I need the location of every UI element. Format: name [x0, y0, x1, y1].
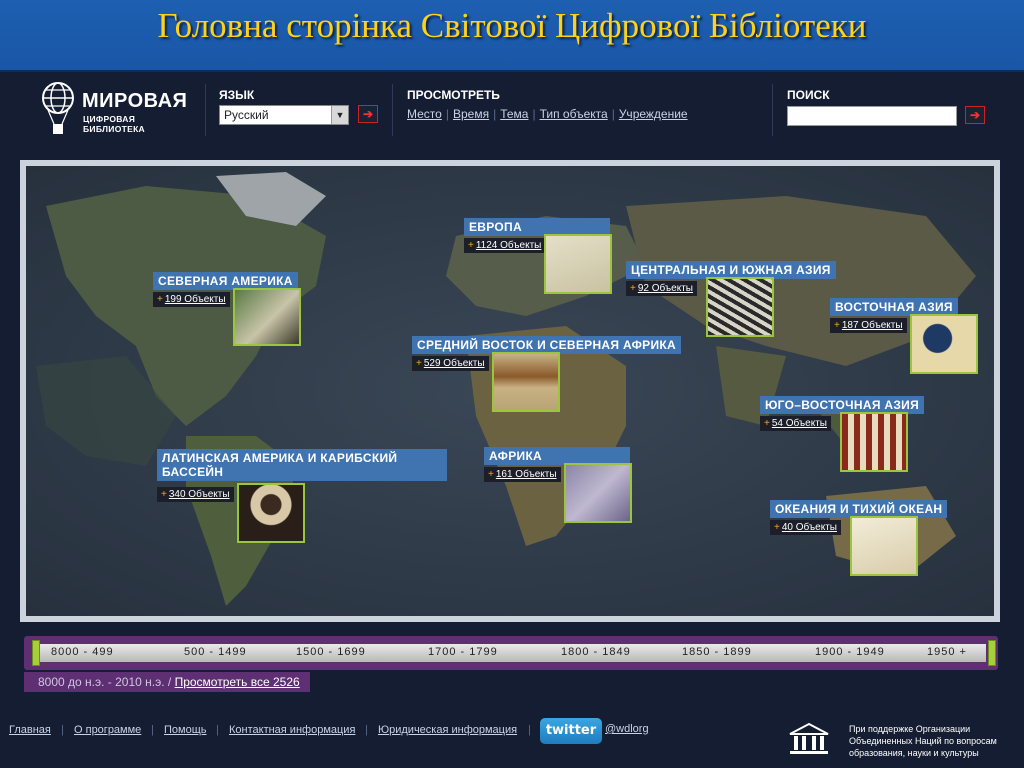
header-divider	[772, 84, 773, 136]
timeline-handle-start[interactable]	[32, 640, 40, 666]
timeline-range-bar: 8000 до н.э. - 2010 н.э. / Просмотреть в…	[24, 672, 310, 692]
region-africa[interactable]: АФРИКА +161 Объекты	[484, 447, 632, 523]
slide-title: Головна сторінка Світової Цифрової Біблі…	[157, 6, 867, 45]
region-middle-east-north-africa[interactable]: СРЕДНИЙ ВОСТОК И СЕВЕРНАЯ АФРИКА +529 Об…	[412, 336, 681, 412]
browse-links: Место | Время | Тема | Тип объекта | Учреждение	[407, 107, 688, 121]
globe-balloon-icon	[42, 82, 74, 134]
timeline-period[interactable]: 1700 - 1799	[428, 646, 498, 658]
region-count[interactable]: +199 Объекты	[153, 292, 230, 307]
region-title[interactable]: ЛАТИНСКАЯ АМЕРИКА И КАРИБСКИЙ БАССЕЙН	[157, 449, 447, 481]
region-east-asia[interactable]: ВОСТОЧНАЯ АЗИЯ +187 Объекты	[830, 298, 978, 374]
timeline-period[interactable]: 1500 - 1699	[296, 646, 366, 658]
region-count[interactable]: +529 Объекты	[412, 356, 489, 371]
browse-label: ПРОСМОТРЕТЬ	[407, 88, 500, 102]
search-label: ПОИСК	[787, 88, 830, 102]
header-divider	[392, 84, 393, 136]
region-central-south-asia[interactable]: ЦЕНТРАЛЬНАЯ И ЮЖНАЯ АЗИЯ +92 Объекты	[626, 261, 836, 337]
region-southeast-asia[interactable]: ЮГО–ВОСТОЧНАЯ АЗИЯ +54 Объекты	[760, 396, 925, 472]
search-go-button[interactable]: ➔	[965, 106, 985, 124]
region-thumbnail[interactable]	[706, 277, 774, 337]
browse-link-type[interactable]: Тип объекта	[540, 107, 608, 121]
region-count[interactable]: +1124 Объекты	[464, 238, 546, 253]
region-europe[interactable]: ЕВРОПА +1124 Объекты	[464, 218, 612, 294]
timeline-period[interactable]: 1950 +	[927, 646, 967, 658]
site-header: МИРОВАЯ ЦИФРОВАЯ БИБЛИОТЕКА ЯЗЫК Русский…	[0, 72, 1024, 158]
region-thumbnail[interactable]	[492, 352, 560, 412]
region-count[interactable]: +161 Объекты	[484, 467, 561, 482]
region-count[interactable]: +187 Объекты	[830, 318, 907, 333]
chevron-down-icon[interactable]: ▼	[331, 106, 348, 124]
world-map-frame: СЕВЕРНАЯ АМЕРИКА +199 Объекты ЕВРОПА +11…	[20, 160, 1000, 622]
arrow-right-icon: ➔	[362, 107, 374, 121]
region-latin-america-caribbean[interactable]: ЛАТИНСКАЯ АМЕРИКА И КАРИБСКИЙ БАССЕЙН +34…	[157, 449, 447, 543]
footer-link-about[interactable]: О программе	[74, 724, 141, 736]
region-count[interactable]: +340 Объекты	[157, 487, 234, 502]
language-label: ЯЗЫК	[219, 88, 255, 102]
footer-link-help[interactable]: Помощь	[164, 724, 207, 736]
timeline-period[interactable]: 8000 - 499	[51, 646, 114, 658]
region-thumbnail[interactable]	[850, 516, 918, 576]
timeline-period[interactable]: 1800 - 1849	[561, 646, 631, 658]
twitter-handle-link[interactable]: @wdlorg	[605, 723, 649, 735]
region-thumbnail[interactable]	[564, 463, 632, 523]
browse-link-time[interactable]: Время	[453, 107, 489, 121]
wdl-page: МИРОВАЯ ЦИФРОВАЯ БИБЛИОТЕКА ЯЗЫК Русский…	[0, 72, 1024, 768]
browse-link-topic[interactable]: Тема	[500, 107, 528, 121]
logo-subtitle: ЦИФРОВАЯ БИБЛИОТЕКА	[83, 114, 145, 134]
search-input[interactable]	[787, 106, 957, 126]
unesco-logo-icon	[789, 722, 829, 754]
footer-link-home[interactable]: Главная	[9, 724, 51, 736]
logo-title: МИРОВАЯ	[82, 90, 188, 112]
footer-link-contact[interactable]: Контактная информация	[229, 724, 355, 736]
region-thumbnail[interactable]	[233, 288, 301, 346]
language-go-button[interactable]: ➔	[358, 105, 378, 123]
browse-link-institution[interactable]: Учреждение	[619, 107, 688, 121]
world-map: СЕВЕРНАЯ АМЕРИКА +199 Объекты ЕВРОПА +11…	[26, 166, 994, 616]
language-value: Русский	[224, 108, 269, 122]
region-thumbnail[interactable]	[237, 483, 305, 543]
region-count[interactable]: +40 Объекты	[770, 520, 841, 535]
timeline-period[interactable]: 500 - 1499	[184, 646, 247, 658]
twitter-button[interactable]: twitter	[540, 718, 602, 744]
timeline-handle-end[interactable]	[988, 640, 996, 666]
region-north-america[interactable]: СЕВЕРНАЯ АМЕРИКА +199 Объекты	[153, 272, 301, 346]
region-thumbnail[interactable]	[910, 314, 978, 374]
language-select[interactable]: Русский ▼	[219, 105, 349, 125]
region-count[interactable]: +54 Объекты	[760, 416, 831, 431]
unesco-support-text: При поддержке Организации Объединенных Н…	[849, 724, 997, 758]
view-all-link[interactable]: Просмотреть все 2526	[175, 675, 300, 689]
wdl-logo[interactable]: МИРОВАЯ ЦИФРОВАЯ БИБЛИОТЕКА	[40, 80, 190, 140]
header-divider	[205, 84, 206, 136]
arrow-right-icon: ➔	[969, 108, 981, 122]
region-thumbnail[interactable]	[544, 234, 612, 294]
region-oceania-pacific[interactable]: ОКЕАНИЯ И ТИХИЙ ОКЕАН +40 Объекты	[770, 500, 948, 576]
footer-link-legal[interactable]: Юридическая информация	[378, 724, 517, 736]
region-count[interactable]: +92 Объекты	[626, 281, 697, 296]
region-thumbnail[interactable]	[840, 412, 908, 472]
slide-title-bar: Головна сторінка Світової Цифрової Біблі…	[0, 0, 1024, 72]
timeline-slider[interactable]: 8000 - 499 500 - 1499 1500 - 1699 1700 -…	[24, 636, 998, 670]
timeline-period[interactable]: 1900 - 1949	[815, 646, 885, 658]
timeline-period[interactable]: 1850 - 1899	[682, 646, 752, 658]
browse-link-place[interactable]: Место	[407, 107, 442, 121]
timeline-range-text: 8000 до н.э. - 2010 н.э. / Просмотреть в…	[38, 675, 300, 689]
